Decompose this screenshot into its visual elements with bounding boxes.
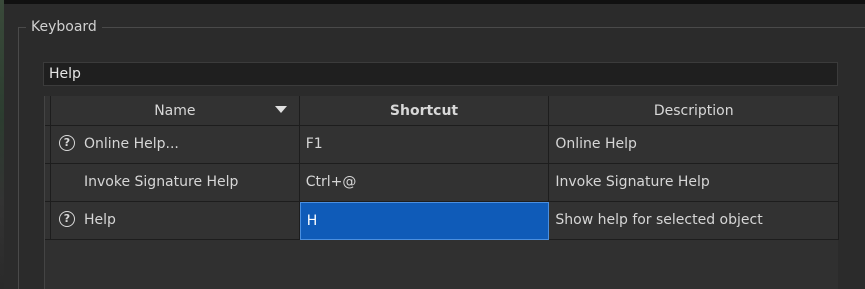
name-cell[interactable]: ? Online Help...: [51, 126, 300, 164]
table-header: Name Shortcut Description: [45, 96, 840, 126]
question-circle-icon: ?: [59, 135, 75, 151]
shortcut-text: Ctrl+@: [305, 174, 357, 190]
filter-input[interactable]: [43, 62, 838, 86]
column-header-label: Shortcut: [389, 103, 459, 119]
description-cell[interactable]: Online Help: [549, 126, 840, 164]
group-title: Keyboard: [26, 17, 102, 37]
name-text: Invoke Signature Help: [84, 174, 239, 190]
description-cell[interactable]: Invoke Signature Help: [549, 164, 840, 202]
description-text: Invoke Signature Help: [555, 174, 710, 190]
sort-descending-icon[interactable]: [274, 106, 287, 113]
table-row[interactable]: ? Online Help... F1 Online Help: [45, 126, 840, 164]
shortcut-cell[interactable]: F1: [299, 126, 550, 164]
name-text: Help: [84, 212, 116, 228]
table-row[interactable]: ? Help H Show help for selected object: [45, 202, 839, 240]
shortcut-cell[interactable]: Ctrl+@: [299, 164, 550, 202]
name-cell[interactable]: Invoke Signature Help: [51, 164, 300, 202]
table-row[interactable]: Invoke Signature Help Ctrl+@ Invoke Sign…: [45, 164, 840, 202]
column-header-shortcut[interactable]: Shortcut: [299, 96, 550, 126]
keyboard-preferences-panel: Keyboard Name Shortcut Description ? Onli…: [0, 0, 865, 289]
name-cell[interactable]: ? Help: [51, 202, 300, 240]
description-text: Show help for selected object: [555, 212, 763, 228]
shortcut-table: Name Shortcut Description ? Online Help..…: [44, 96, 840, 289]
column-header-description[interactable]: Description: [549, 96, 840, 126]
question-circle-icon: ?: [59, 211, 75, 227]
shortcut-text: H: [306, 213, 318, 229]
description-cell[interactable]: Show help for selected object: [549, 202, 839, 240]
description-text: Online Help: [555, 136, 637, 152]
column-header-label: Name: [154, 103, 196, 119]
shortcut-text: F1: [305, 136, 323, 152]
window-top-edge: [0, 0, 865, 4]
window-left-edge: [0, 0, 4, 289]
column-header-name[interactable]: Name: [51, 96, 300, 126]
column-header-label: Description: [653, 103, 734, 119]
shortcut-cell-selected[interactable]: H: [299, 202, 550, 240]
name-text: Online Help...: [84, 136, 179, 152]
